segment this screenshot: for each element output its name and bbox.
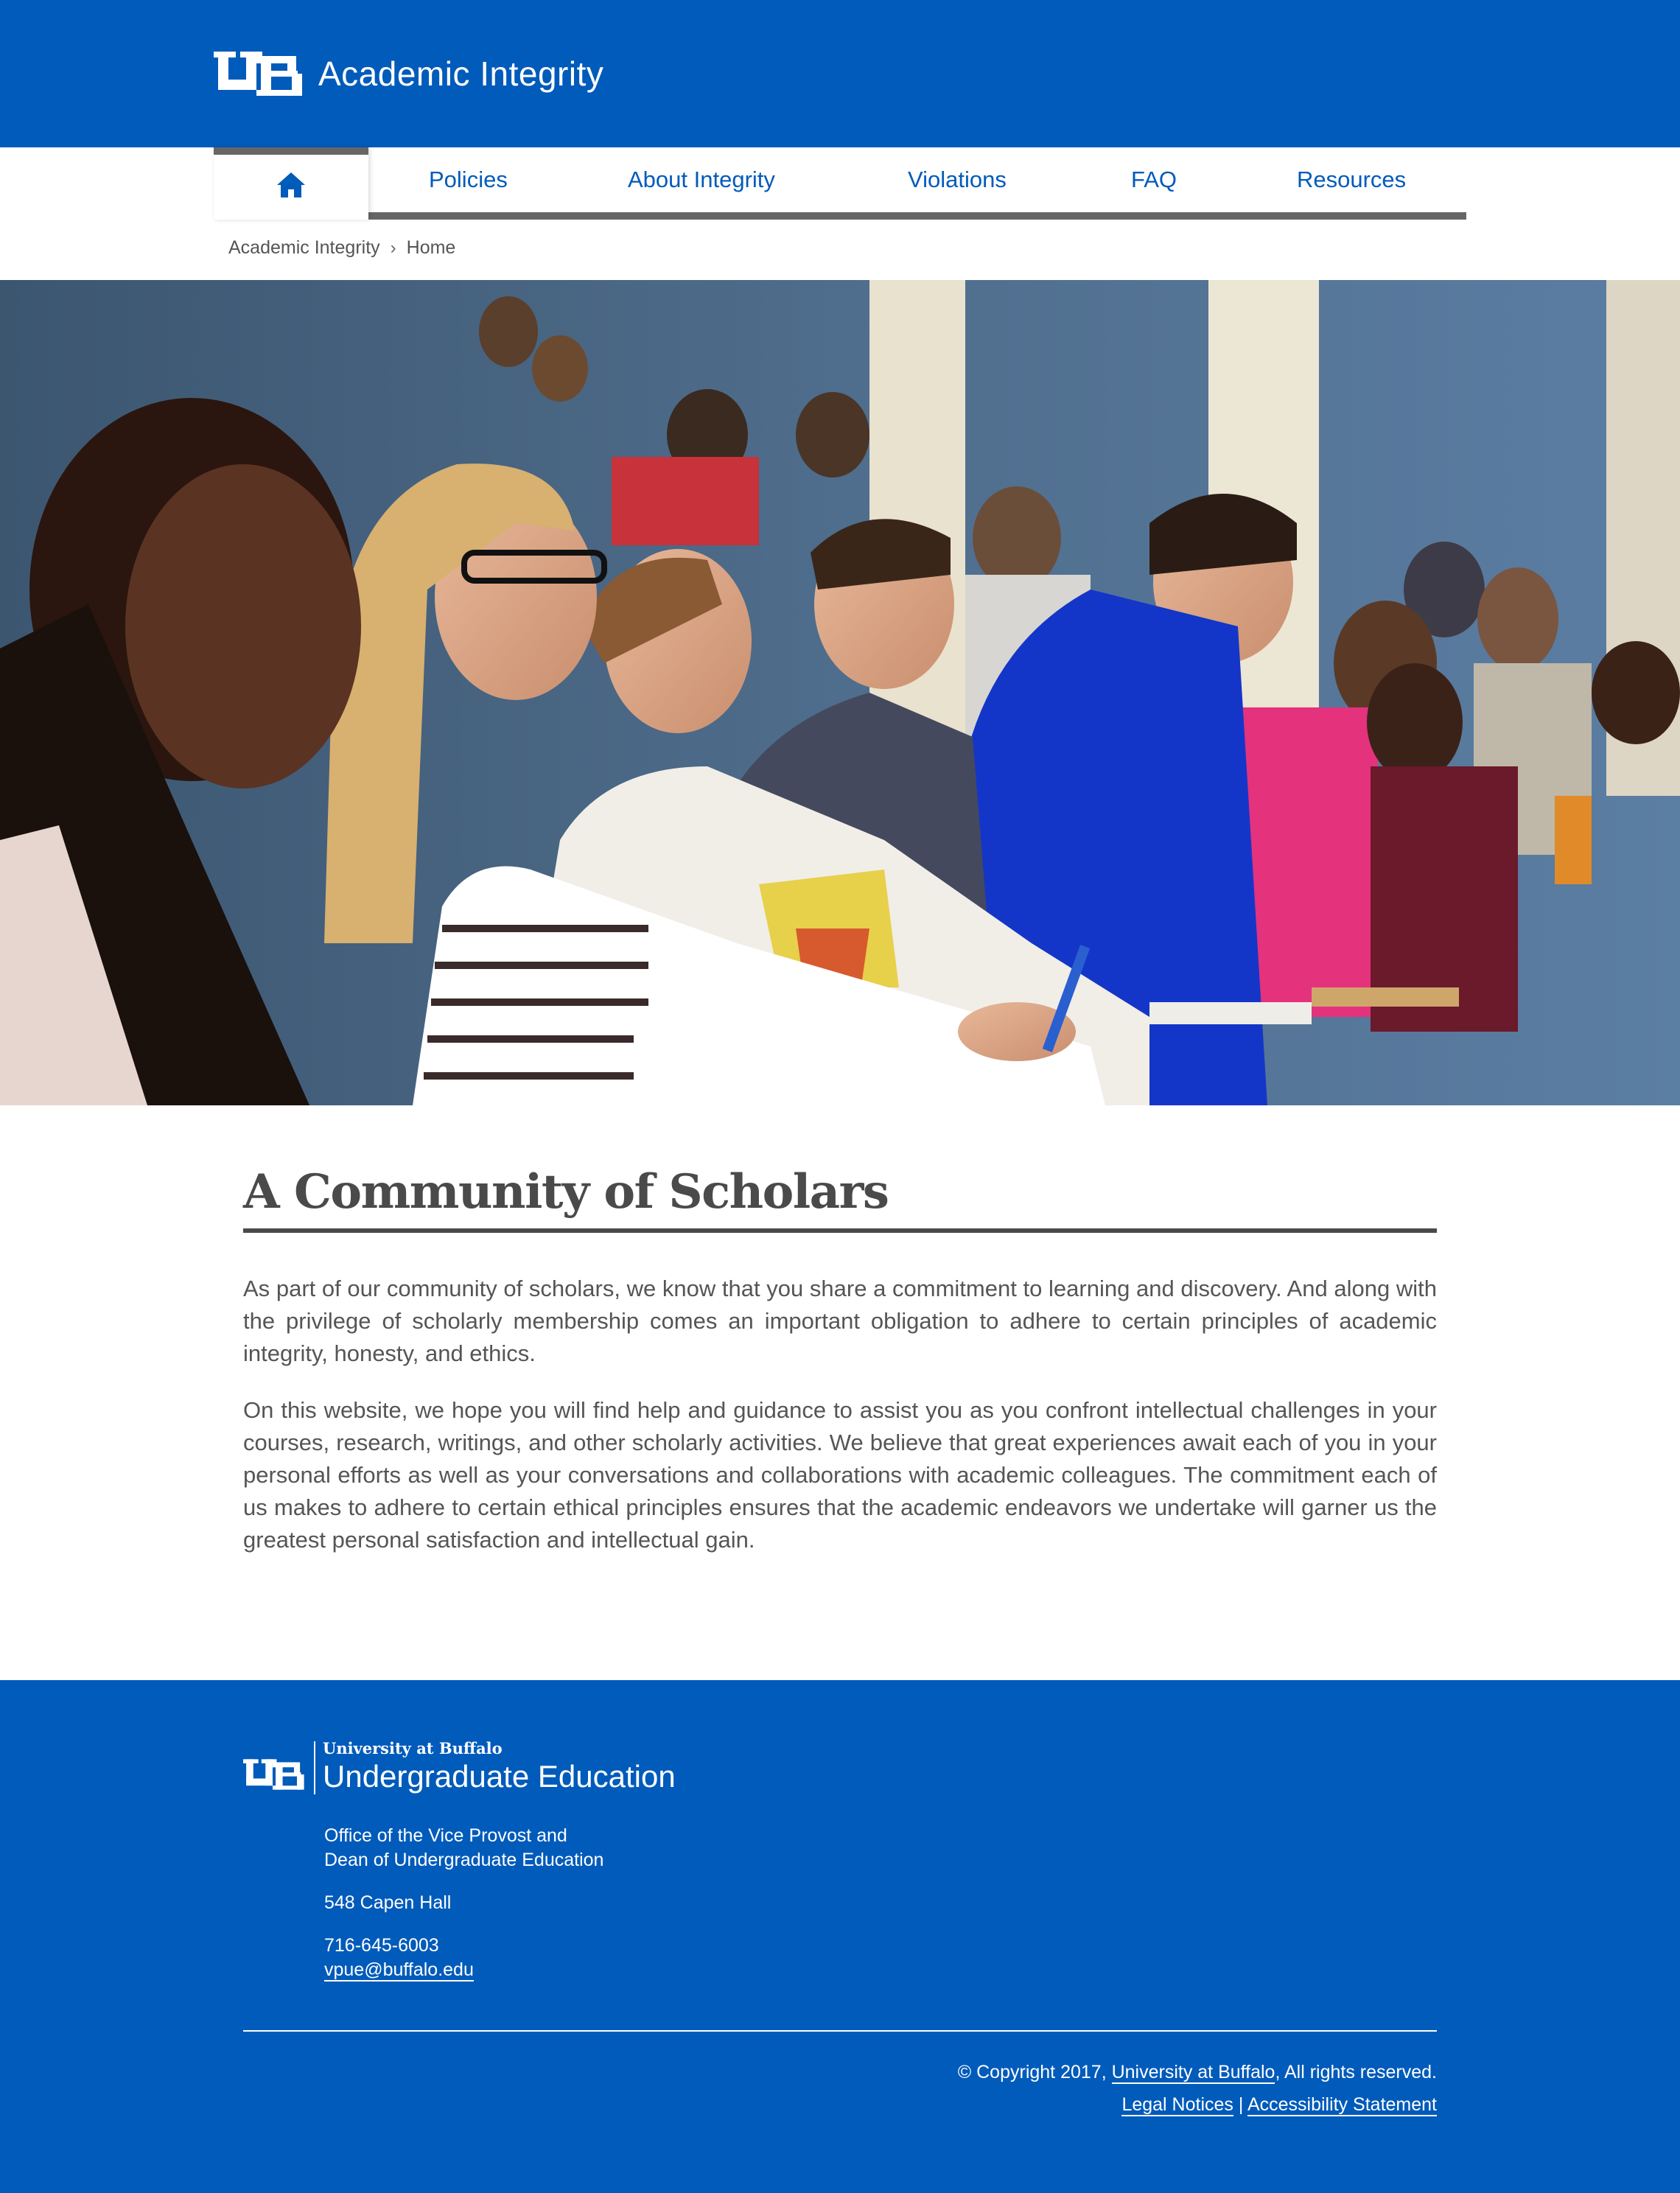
legal-links: Legal Notices | Accessibility Statement	[958, 2088, 1437, 2121]
breadcrumb-link-academic-integrity[interactable]: Academic Integrity	[228, 237, 380, 259]
university-link[interactable]: University at Buffalo	[1111, 2062, 1275, 2084]
nav-item-resources[interactable]: Resources	[1297, 167, 1406, 193]
ub-logo-icon	[243, 1759, 304, 1790]
footer-logo-divider	[314, 1741, 315, 1794]
office-contact: 716-645-6003 vpue@buffalo.edu	[324, 1934, 603, 1982]
breadcrumb-current: Home	[406, 237, 456, 258]
intro-paragraph: As part of our community of scholars, we…	[243, 1275, 1437, 1366]
university-name: University at Buffalo	[323, 1739, 503, 1757]
site-brand-link[interactable]: Academic Integrity	[214, 52, 603, 96]
nav-item-about-integrity[interactable]: About Integrity	[628, 167, 775, 193]
office-phone: 716-645-6003	[324, 1935, 439, 1956]
hero-image	[0, 280, 1680, 1105]
office-address: 548 Capen Hall	[324, 1892, 452, 1913]
ub-logo-icon	[214, 52, 302, 96]
lecture-hall-photo	[0, 280, 1680, 1105]
site-title: Academic Integrity	[318, 55, 604, 93]
copyright-line: © Copyright 2017, University at Buffalo,…	[958, 2056, 1437, 2088]
office-line-2: Dean of Undergraduate Education	[324, 1850, 604, 1870]
nav-item-faq[interactable]: FAQ	[1131, 167, 1177, 193]
site-header: Academic Integrity	[0, 0, 1680, 147]
office-line-1: Office of the Vice Provost and	[324, 1825, 567, 1846]
footer-address: Office of the Vice Provost and Dean of U…	[324, 1824, 603, 2001]
footer-unit-logo[interactable]: University at Buffalo Undergraduate Educ…	[243, 1739, 676, 1794]
footer-divider	[243, 2030, 1437, 2032]
nav-home-tab[interactable]	[214, 147, 368, 220]
copyright-prefix: © Copyright 2017,	[957, 2062, 1112, 2082]
unit-name: Undergraduate Education	[323, 1759, 676, 1794]
nav-item-policies[interactable]: Policies	[429, 167, 508, 193]
office-email-link[interactable]: vpue@buffalo.edu	[324, 1959, 474, 1982]
breadcrumb: Academic Integrity › Home	[228, 237, 455, 259]
nav-item-violations[interactable]: Violations	[908, 167, 1007, 193]
main-content: A Community of Scholars As part of our c…	[243, 1164, 1437, 1556]
office-name: Office of the Vice Provost and Dean of U…	[324, 1824, 603, 1872]
accessibility-statement-link[interactable]: Accessibility Statement	[1247, 2094, 1437, 2116]
home-icon	[277, 172, 305, 197]
nav-underline	[214, 212, 1466, 220]
chevron-right-icon: ›	[390, 237, 396, 258]
footer-unit-name: University at Buffalo Undergraduate Educ…	[323, 1739, 676, 1794]
legal-links-separator: |	[1238, 2094, 1244, 2115]
site-footer: University at Buffalo Undergraduate Educ…	[0, 1680, 1680, 2193]
legal-notices-link[interactable]: Legal Notices	[1121, 2094, 1233, 2116]
body-paragraph: On this website, we hope you will find h…	[243, 1396, 1437, 1553]
main-nav: Policies About Integrity Violations FAQ …	[214, 147, 1466, 220]
copyright-suffix: , All rights reserved.	[1275, 2062, 1437, 2082]
footer-legal: © Copyright 2017, University at Buffalo,…	[958, 2056, 1437, 2121]
page-title: A Community of Scholars	[243, 1164, 1437, 1233]
